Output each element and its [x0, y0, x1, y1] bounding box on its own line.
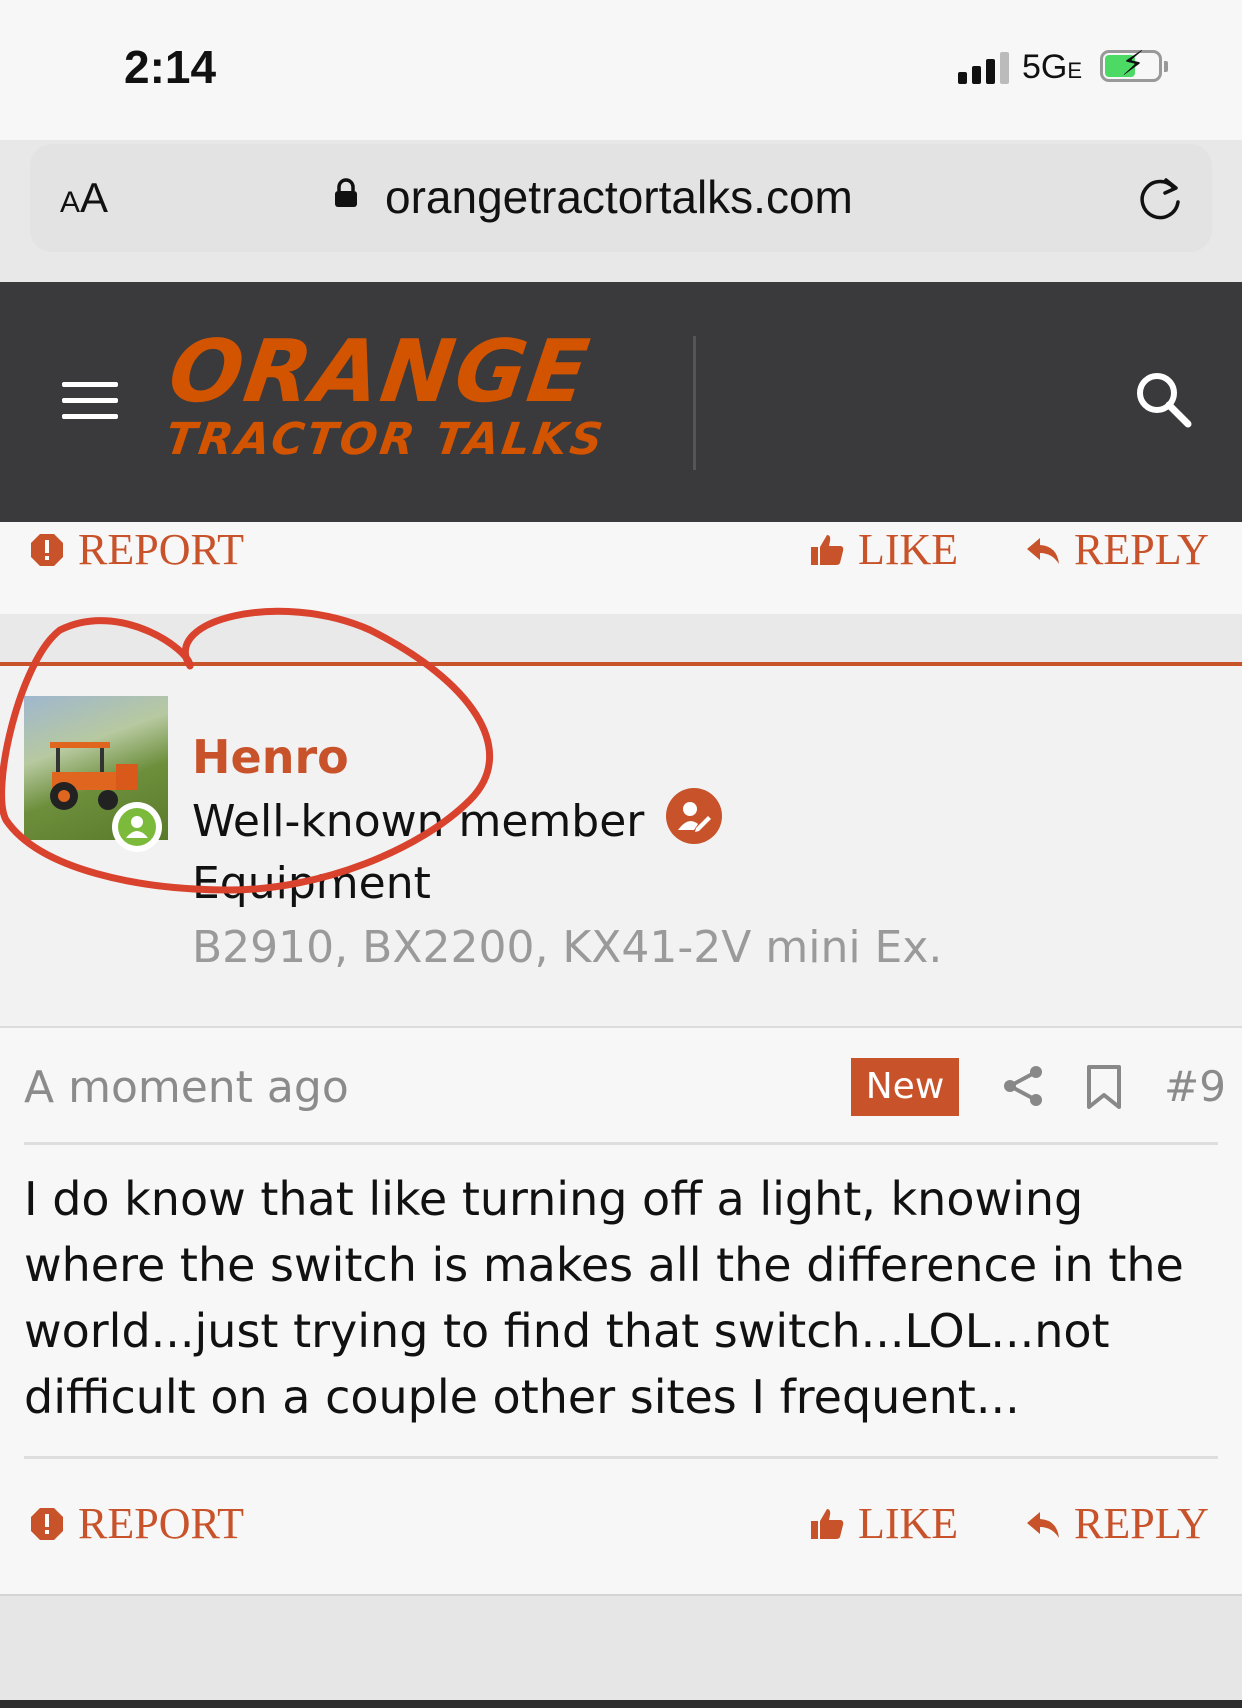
report-icon: [31, 533, 63, 566]
site-logo-line1[interactable]: ORANGE: [163, 322, 596, 422]
post-actions: REPORT LIKE REPLY: [0, 1472, 1242, 1594]
battery-icon: ⚡: [1100, 47, 1168, 82]
report-button[interactable]: REPORT: [30, 524, 244, 575]
network-indicator: 5GE: [1022, 48, 1082, 87]
reply-label: REPLY: [1074, 1499, 1209, 1548]
post-header-divider: [24, 1142, 1218, 1145]
post-footer-divider: [24, 1456, 1218, 1459]
thumbs-up-icon: [811, 534, 844, 565]
page-background: [0, 1594, 1242, 1708]
thumbs-up-icon: [811, 1508, 844, 1539]
report-icon: [31, 1507, 63, 1540]
lock-icon: [335, 178, 357, 207]
report-button[interactable]: REPORT: [30, 1498, 244, 1549]
like-label: LIKE: [858, 525, 959, 574]
post-timestamp[interactable]: A moment ago: [24, 1062, 349, 1113]
report-label: REPORT: [78, 1499, 245, 1548]
user-title: Well-known member: [192, 796, 645, 847]
username-link[interactable]: Henro: [192, 730, 349, 784]
network-type: 5G: [1022, 48, 1068, 86]
site-logo-line2[interactable]: TRACTOR TALKS: [162, 414, 608, 465]
post-actions-previous: REPORT LIKE REPLY: [0, 522, 1242, 614]
new-badge: New: [851, 1058, 959, 1116]
menu-icon[interactable]: [62, 382, 118, 420]
site-header: ORANGE TRACTOR TALKS: [0, 282, 1242, 522]
status-time: 2:14: [124, 41, 217, 93]
reply-icon: [1027, 1511, 1059, 1538]
tractor-photo: [50, 742, 138, 810]
post-number[interactable]: #9: [1164, 1062, 1226, 1111]
reply-button[interactable]: REPLY: [1026, 1498, 1209, 1549]
bookmark-icon[interactable]: [1086, 1064, 1122, 1110]
reply-button[interactable]: REPLY: [1026, 524, 1209, 575]
url-text[interactable]: orangetractortalks.com: [385, 170, 853, 224]
address-bar[interactable]: AA orangetractortalks.com: [30, 144, 1212, 252]
reply-icon: [1027, 537, 1059, 564]
share-icon[interactable]: [1002, 1064, 1044, 1108]
reply-label: REPLY: [1074, 525, 1209, 574]
like-button[interactable]: LIKE: [810, 1498, 958, 1549]
user-field-value: B2910, BX2200, KX41-2V mini Ex.: [192, 922, 943, 973]
bottom-toolbar-edge: [0, 1700, 1242, 1708]
search-icon[interactable]: [1134, 370, 1192, 428]
post-body: I do know that like turning off a light,…: [24, 1172, 1184, 1424]
like-button[interactable]: LIKE: [810, 524, 958, 575]
post-author-block: Henro Well-known member Equipment B2910,…: [0, 662, 1242, 1026]
post-separator: [0, 614, 1242, 664]
report-label: REPORT: [78, 525, 245, 574]
user-edit-badge-icon: [666, 788, 722, 844]
status-bar: 2:14 5GE ⚡: [0, 0, 1242, 140]
online-status-icon: [112, 802, 162, 852]
header-divider: [693, 336, 696, 470]
reload-icon[interactable]: [1134, 172, 1186, 224]
signal-strength-icon: [958, 52, 1009, 84]
text-size-button[interactable]: AA: [60, 174, 108, 222]
network-suffix: E: [1067, 58, 1083, 83]
user-field-label: Equipment: [192, 858, 431, 909]
like-label: LIKE: [858, 1499, 959, 1548]
